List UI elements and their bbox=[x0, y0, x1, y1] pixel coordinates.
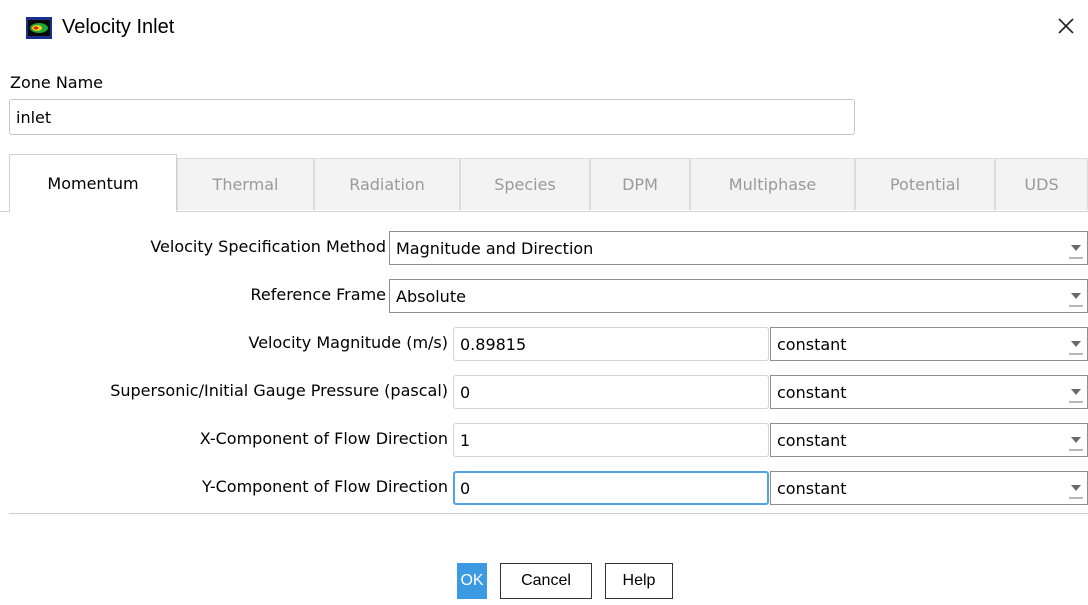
chevron-down-icon bbox=[1069, 341, 1083, 355]
reference-frame-value: Absolute bbox=[396, 286, 466, 306]
velocity-spec-value: Magnitude and Direction bbox=[396, 238, 594, 258]
tab-potential[interactable]: Potential bbox=[855, 158, 995, 210]
x-component-input[interactable] bbox=[453, 423, 769, 457]
tab-label: Potential bbox=[889, 175, 961, 194]
profile-value: constant bbox=[777, 382, 847, 402]
x-component-label: X-Component of Flow Direction bbox=[199, 429, 448, 448]
zone-name-label: Zone Name bbox=[10, 73, 104, 92]
velocity-spec-label: Velocity Specification Method bbox=[150, 237, 386, 256]
zone-name-input[interactable] bbox=[9, 99, 855, 135]
tab-label: DPM bbox=[622, 175, 658, 194]
chevron-down-icon bbox=[1069, 485, 1083, 499]
y-component-profile-select[interactable]: constant bbox=[770, 471, 1088, 505]
chevron-down-icon bbox=[1069, 245, 1083, 259]
profile-value: constant bbox=[777, 334, 847, 354]
close-icon[interactable] bbox=[1052, 12, 1080, 40]
tab-dpm[interactable]: DPM bbox=[590, 158, 690, 210]
window-title: Velocity Inlet bbox=[62, 16, 175, 38]
reference-frame-label: Reference Frame bbox=[250, 285, 386, 304]
tab-momentum[interactable]: Momentum bbox=[9, 154, 177, 212]
velocity-spec-select[interactable]: Magnitude and Direction bbox=[389, 231, 1088, 265]
tab-uds[interactable]: UDS bbox=[995, 158, 1088, 210]
velocity-magnitude-input[interactable] bbox=[453, 327, 769, 361]
divider bbox=[9, 513, 1088, 514]
velocity-magnitude-label: Velocity Magnitude (m/s) bbox=[248, 333, 449, 352]
title-bar: Velocity Inlet bbox=[0, 0, 1088, 58]
profile-value: constant bbox=[777, 478, 847, 498]
tab-label: Multiphase bbox=[728, 175, 817, 194]
tab-radiation[interactable]: Radiation bbox=[314, 158, 460, 210]
reference-frame-select[interactable]: Absolute bbox=[389, 279, 1088, 313]
chevron-down-icon bbox=[1069, 437, 1083, 451]
help-button[interactable]: Help bbox=[605, 563, 673, 599]
x-component-profile-select[interactable]: constant bbox=[770, 423, 1088, 457]
ok-button[interactable]: OK bbox=[457, 563, 487, 599]
gauge-pressure-input[interactable] bbox=[453, 375, 769, 409]
fluent-app-icon bbox=[26, 17, 52, 39]
tab-bar: Momentum Thermal Radiation Species DPM M… bbox=[0, 154, 1088, 216]
tab-label: Momentum bbox=[47, 174, 139, 193]
velocity-magnitude-profile-select[interactable]: constant bbox=[770, 327, 1088, 361]
chevron-down-icon bbox=[1069, 389, 1083, 403]
y-component-label: Y-Component of Flow Direction bbox=[201, 477, 448, 496]
tab-label: UDS bbox=[1024, 175, 1059, 194]
gauge-pressure-label: Supersonic/Initial Gauge Pressure (pasca… bbox=[110, 381, 448, 400]
tab-label: Thermal bbox=[212, 175, 279, 194]
tab-label: Radiation bbox=[349, 175, 425, 194]
cancel-button[interactable]: Cancel bbox=[500, 563, 592, 599]
y-component-input[interactable] bbox=[453, 471, 769, 505]
gauge-pressure-profile-select[interactable]: constant bbox=[770, 375, 1088, 409]
chevron-down-icon bbox=[1069, 293, 1083, 307]
tab-species[interactable]: Species bbox=[460, 158, 590, 210]
tab-thermal[interactable]: Thermal bbox=[177, 158, 314, 210]
tab-multiphase[interactable]: Multiphase bbox=[690, 158, 855, 210]
tab-label: Species bbox=[494, 175, 556, 194]
profile-value: constant bbox=[777, 430, 847, 450]
